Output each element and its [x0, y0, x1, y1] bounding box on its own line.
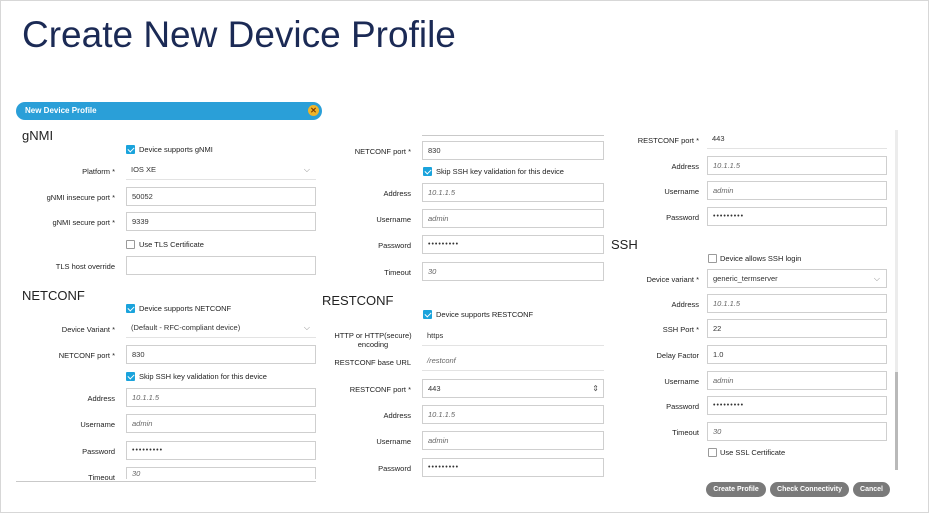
restconf-password-label: Password [378, 464, 411, 473]
platform-label: Platform * [82, 167, 115, 176]
netconf-supports-checkbox[interactable] [126, 304, 135, 313]
netconf-skip-checkbox[interactable] [126, 372, 135, 381]
netconf-address-input[interactable]: 10.1.1.5 [126, 388, 316, 407]
netconf-username-input[interactable]: admin [126, 414, 316, 433]
right-address-label: Address [671, 162, 699, 171]
gnmi-insecure-port-label: gNMI insecure port * [46, 193, 115, 202]
mid-netconf-port-label: NETCONF port * [354, 147, 411, 156]
tls-host-input[interactable] [126, 256, 316, 275]
mid-netconf-skip-label: Skip SSH key validation for this device [436, 167, 564, 176]
restconf-supports-label: Device supports RESTCONF [436, 310, 534, 319]
chevron-down-icon: ⌵ [873, 274, 880, 283]
mid-username-label: Username [376, 215, 411, 224]
dialog-title: New Device Profile [25, 106, 97, 115]
netconf-skip-label: Skip SSH key validation for this device [139, 372, 267, 381]
platform-select[interactable]: IOS XE ⌵ [126, 161, 316, 180]
ssh-password-input[interactable]: ••••••••• [707, 396, 887, 415]
netconf-password-label: Password [82, 447, 115, 456]
gnmi-secure-port-label: gNMI secure port * [52, 218, 115, 227]
section-gnmi: gNMI [22, 128, 54, 143]
section-netconf: NETCONF [22, 288, 85, 303]
device-variant-select[interactable]: (Default - RFC-compliant device) ⌵ [126, 319, 316, 338]
netconf-password-input[interactable]: ••••••••• [126, 441, 316, 460]
restconf-supports-checkbox[interactable] [423, 310, 432, 319]
netconf-address-label: Address [87, 394, 115, 403]
ssh-port-input[interactable]: 22 [707, 319, 887, 338]
right-password-input[interactable]: ••••••••• [707, 207, 887, 226]
ssh-username-input[interactable]: admin [707, 371, 887, 390]
ssh-address-input[interactable]: 10.1.1.5 [707, 294, 887, 313]
check-connectivity-button[interactable]: Check Connectivity [770, 482, 849, 497]
netconf-username-label: Username [80, 420, 115, 429]
mid-password-input[interactable]: ••••••••• [422, 235, 604, 254]
chevron-down-icon: ⌵ [303, 165, 310, 174]
ssl-label: Use SSL Certificate [720, 448, 786, 457]
close-icon[interactable]: ✕ [308, 105, 319, 116]
ssh-allows-label: Device allows SSH login [720, 254, 802, 263]
ssh-address-label: Address [671, 300, 699, 309]
gnmi-secure-port-input[interactable]: 9339 [126, 212, 316, 231]
ssh-password-label: Password [666, 402, 699, 411]
netconf-port-input[interactable]: 830 [126, 345, 316, 364]
restconf-username-label: Username [376, 437, 411, 446]
create-profile-button[interactable]: Create Profile [706, 482, 766, 497]
scrollbar-thumb[interactable] [895, 372, 898, 470]
ssh-allows-checkbox[interactable] [708, 254, 717, 263]
mid-timeout-input[interactable]: 30 [422, 262, 604, 281]
tls-checkbox[interactable] [126, 240, 135, 249]
restconf-port-label: RESTCONF port * [349, 385, 411, 394]
gnmi-supports-checkbox[interactable] [126, 145, 135, 154]
device-variant-label: Device Variant * [61, 325, 115, 334]
ssh-timeout-input[interactable]: 30 [707, 422, 887, 441]
right-username-input[interactable]: admin [707, 181, 887, 200]
left-column-divider [16, 481, 316, 482]
mid-netconf-skip-checkbox[interactable] [423, 167, 432, 176]
http-encoding-input[interactable]: https [422, 327, 604, 346]
spinner-icon[interactable]: ⇕ [592, 380, 599, 397]
ssh-variant-select[interactable]: generic_termserver ⌵ [707, 269, 887, 288]
ssh-port-label: SSH Port * [662, 325, 699, 334]
dialog-header: New Device Profile ✕ [16, 102, 322, 120]
right-restconf-port-input[interactable]: 443 [707, 130, 887, 149]
delay-factor-input[interactable]: 1.0 [707, 345, 887, 364]
right-username-label: Username [664, 187, 699, 196]
restconf-address-label: Address [383, 411, 411, 420]
restconf-port-input[interactable]: 443 ⇕ [422, 379, 604, 398]
mid-password-label: Password [378, 241, 411, 250]
section-restconf: RESTCONF [322, 293, 394, 308]
ssh-variant-label: Device variant * [646, 275, 699, 284]
http-encoding-label: HTTP or HTTP(secure) encoding [334, 331, 412, 349]
page-title: Create New Device Profile [22, 14, 456, 55]
tls-label: Use TLS Certificate [139, 240, 204, 249]
gnmi-supports-label: Device supports gNMI [139, 145, 213, 154]
delay-factor-label: Delay Factor [656, 351, 699, 360]
right-password-label: Password [666, 213, 699, 222]
restconf-base-url-label: RESTCONF base URL [334, 358, 411, 367]
ssh-timeout-label: Timeout [672, 428, 699, 437]
ssh-username-label: Username [664, 377, 699, 386]
netconf-port-label: NETCONF port * [58, 351, 115, 360]
cancel-button[interactable]: Cancel [853, 482, 890, 497]
mid-address-label: Address [383, 189, 411, 198]
restconf-address-input[interactable]: 10.1.1.5 [422, 405, 604, 424]
restconf-base-url-input[interactable]: /restconf [422, 352, 604, 371]
right-address-input[interactable]: 10.1.1.5 [707, 156, 887, 175]
mid-username-input[interactable]: admin [422, 209, 604, 228]
section-ssh: SSH [611, 237, 638, 252]
gnmi-insecure-port-input[interactable]: 50052 [126, 187, 316, 206]
right-restconf-port-label: RESTCONF port * [637, 136, 699, 145]
netconf-supports-label: Device supports NETCONF [139, 304, 232, 313]
mid-address-input[interactable]: 10.1.1.5 [422, 183, 604, 202]
netconf-timeout-input[interactable]: 30 [126, 467, 316, 479]
tls-host-label: TLS host override [55, 262, 115, 271]
ssl-checkbox[interactable] [708, 448, 717, 457]
mid-netconf-port-input[interactable]: 830 [422, 141, 604, 160]
restconf-username-input[interactable]: admin [422, 431, 604, 450]
restconf-password-input[interactable]: ••••••••• [422, 458, 604, 477]
chevron-down-icon: ⌵ [303, 323, 310, 332]
mid-top-divider [422, 135, 604, 136]
mid-timeout-label: Timeout [384, 268, 411, 277]
